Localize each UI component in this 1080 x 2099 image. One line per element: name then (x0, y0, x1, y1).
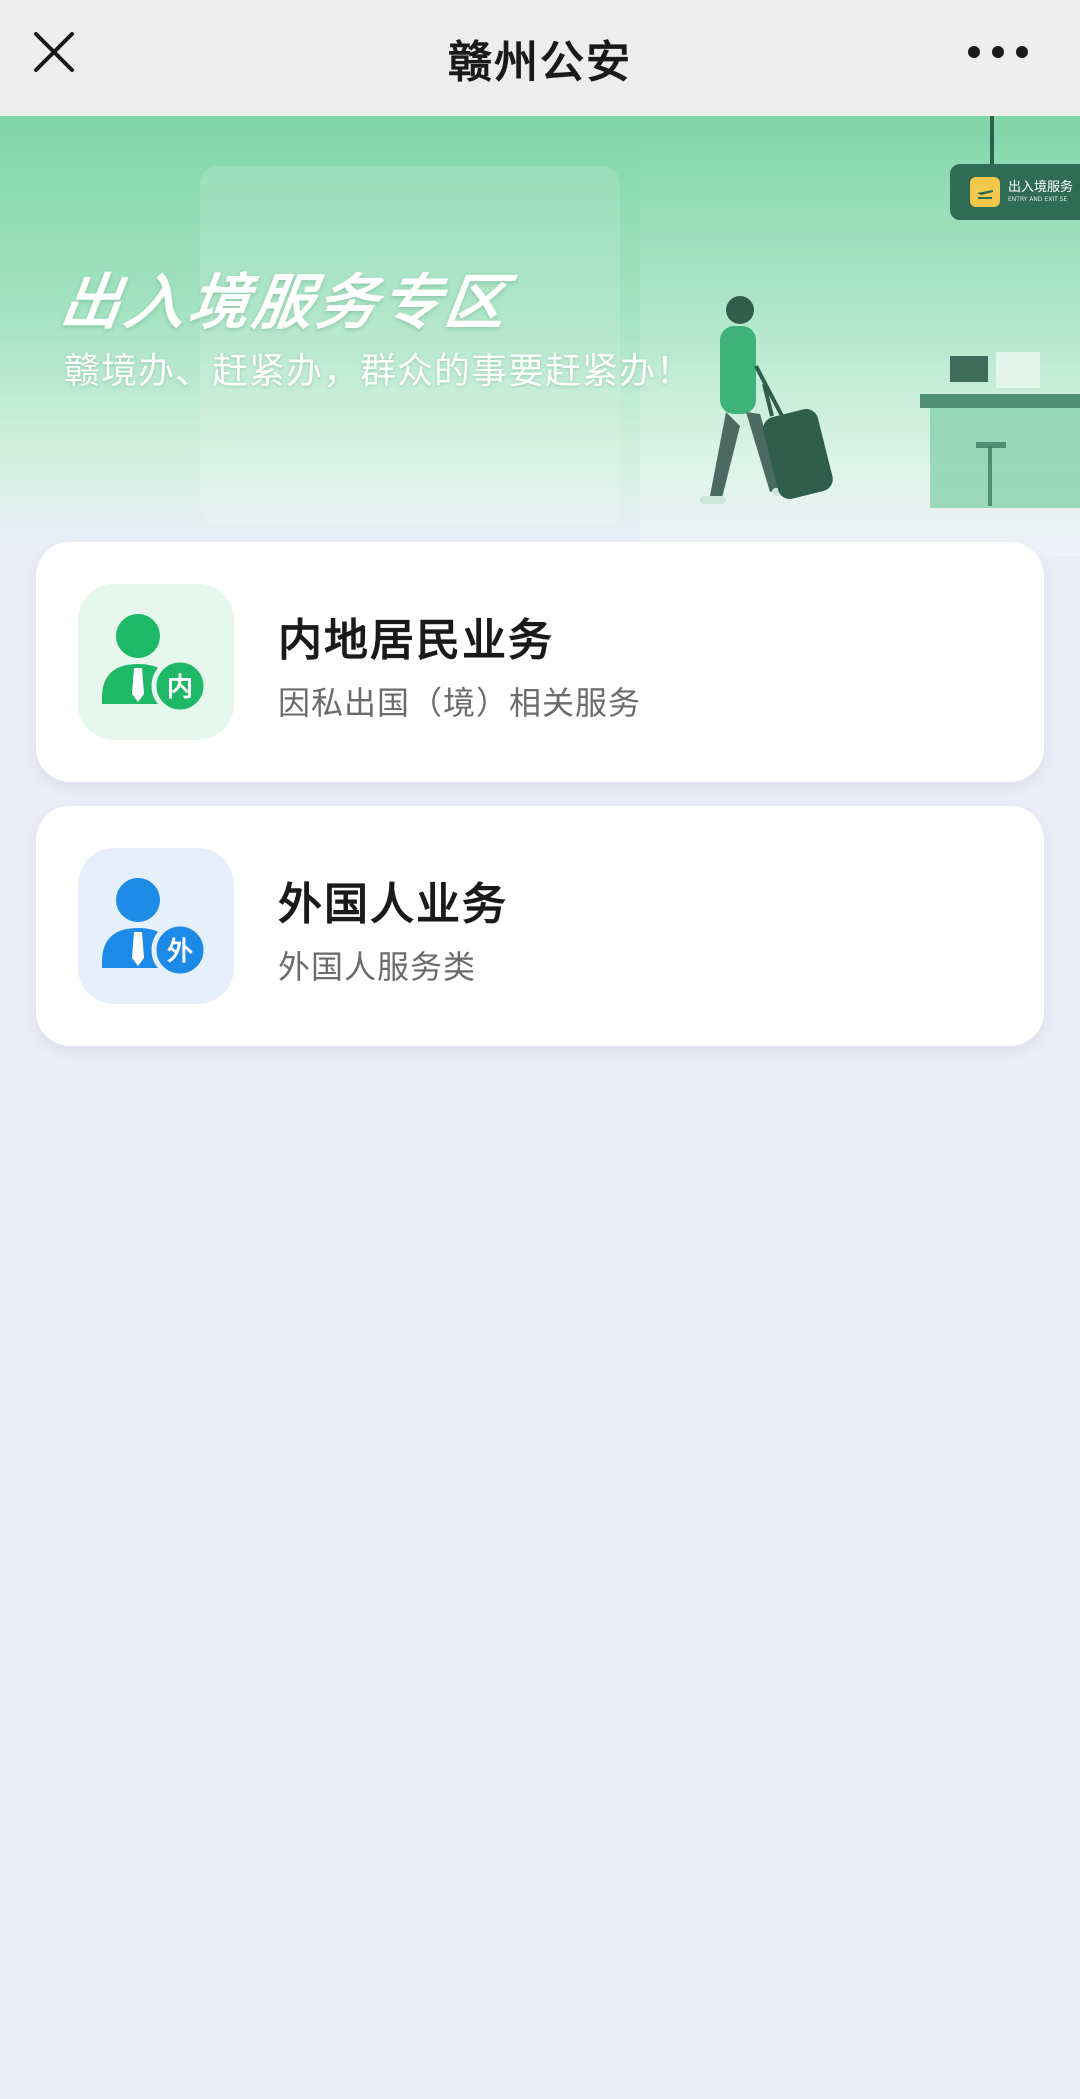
airplane-icon (970, 177, 1000, 207)
mainland-resident-icon: 内 (78, 584, 234, 740)
badge-text: 内 (167, 673, 193, 703)
service-card-foreigners[interactable]: 外 外国人业务 外国人服务类 (36, 806, 1044, 1046)
service-title: 外国人业务 (278, 879, 508, 930)
sign-pole (990, 116, 994, 166)
more-icon[interactable] (968, 42, 1028, 62)
service-card-mainland-residents[interactable]: 内 内地居民业务 因私出国（境）相关服务 (36, 542, 1044, 782)
banner-subtitle: 赣境办、赶紧办，群众的事要赶紧办！ (64, 351, 694, 392)
service-description: 外国人服务类 (278, 948, 477, 986)
sign-label-en: ENTRY AND EXIT SE (1008, 196, 1068, 203)
entry-exit-sign: 出入境服务 ENTRY AND EXIT SE (950, 164, 1080, 220)
service-title: 内地居民业务 (278, 615, 554, 666)
top-navbar: 赣州公安 (0, 0, 1080, 116)
foreigner-icon: 外 (78, 848, 234, 1004)
badge-text: 外 (167, 937, 193, 967)
banner: 出入境服务 ENTRY AND EXIT SE 出入境服务专区 赣境办、赶紧办，… (0, 116, 1080, 556)
traveler-illustration (700, 296, 1080, 508)
close-icon[interactable] (30, 28, 78, 76)
page-title: 赣州公安 (448, 37, 632, 88)
service-description: 因私出国（境）相关服务 (278, 684, 642, 722)
sign-label: 出入境服务 (1008, 180, 1074, 195)
banner-title: 出入境服务专区 (56, 268, 515, 338)
